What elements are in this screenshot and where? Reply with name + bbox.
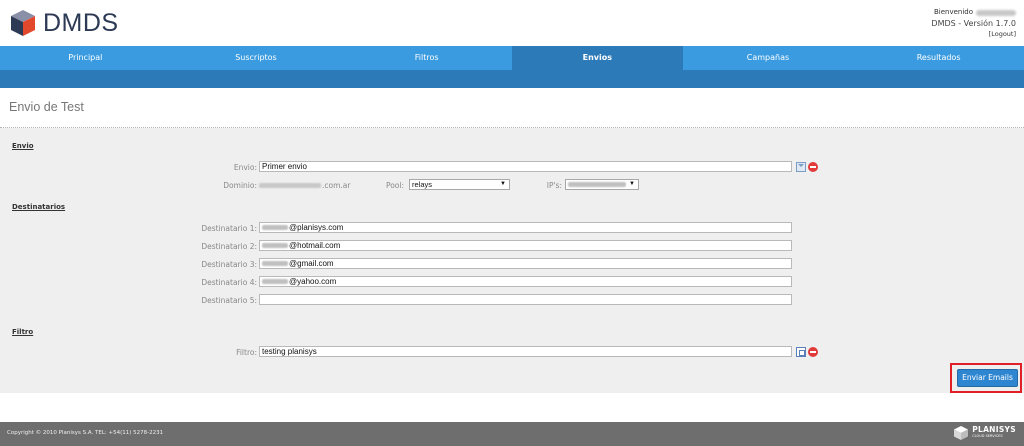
envio-input[interactable]: Primer envio — [259, 161, 792, 172]
chevron-down-icon: ▼ — [500, 181, 506, 187]
destinatario-3-label: Destinatario 3: — [201, 260, 257, 269]
copyright-text: Copyright © 2010 Planisys S.A. TEL: +54(… — [7, 430, 164, 436]
tab-filtros[interactable]: Filtros — [341, 46, 512, 70]
footer: Copyright © 2010 Planisys S.A. TEL: +54(… — [0, 422, 1024, 446]
dominio-value: .com.ar — [259, 181, 350, 190]
page-title: Envio de Test — [9, 100, 84, 114]
logout-link[interactable]: [Logout] — [931, 29, 1016, 40]
footer-brand-sub: CLOUD SERVICES — [972, 434, 1003, 438]
tab-suscriptos[interactable]: Suscriptos — [171, 46, 342, 70]
tab-principal[interactable]: Principal — [0, 46, 171, 70]
chevron-down-icon: ▼ — [629, 181, 635, 187]
username-redacted — [976, 9, 1016, 16]
dominio-redacted — [259, 183, 321, 188]
remove-icon[interactable] — [808, 347, 818, 357]
footer-logo: PLANISYS CLOUD SERVICES — [953, 425, 1016, 441]
filtro-label: Filtro: — [236, 348, 257, 357]
logo[interactable]: DMDS — [8, 8, 119, 38]
destinatario-1-input[interactable]: @planisys.com — [259, 222, 792, 233]
destinatario-1-label: Destinatario 1: — [201, 224, 257, 233]
email-user-redacted — [262, 243, 288, 248]
destinatario-5-input[interactable] — [259, 294, 792, 305]
destinatario-2-label: Destinatario 2: — [201, 242, 257, 251]
remove-icon[interactable] — [808, 162, 818, 172]
version-text: DMDS - Versión 1.7.0 — [931, 19, 1016, 28]
logo-text: DMDS — [43, 8, 119, 37]
planisys-cube-icon — [954, 426, 969, 440]
section-destinatarios: Destinatarios — [12, 203, 66, 211]
sub-nav-bar — [0, 70, 1024, 88]
destinatario-5-label: Destinatario 5: — [201, 296, 257, 305]
cube-logo-icon — [11, 10, 35, 36]
section-envio: Envio — [12, 142, 34, 150]
welcome-text: Bienvenido — [933, 8, 973, 16]
user-box: Bienvenido DMDS - Versión 1.7.0 [Logout] — [931, 7, 1016, 40]
ip-redacted — [568, 182, 626, 187]
mail-icon[interactable] — [796, 162, 806, 172]
filtro-input[interactable]: testing planisys — [259, 346, 792, 357]
destinatario-4-label: Destinatario 4: — [201, 278, 257, 287]
email-user-redacted — [262, 225, 288, 230]
footer-brand: PLANISYS — [972, 425, 1016, 434]
destinatario-4-input[interactable]: @yahoo.com — [259, 276, 792, 287]
section-filtro: Filtro — [12, 328, 34, 336]
send-emails-button[interactable]: Enviar Emails — [957, 369, 1018, 387]
ips-label: IP's: — [546, 181, 562, 190]
email-user-redacted — [262, 279, 288, 284]
tab-envios[interactable]: Envios — [511, 46, 683, 70]
filter-picker-icon[interactable] — [796, 347, 806, 357]
pool-label: Pool: — [385, 181, 404, 190]
tab-campanas[interactable]: Campañas — [683, 46, 854, 70]
destinatario-2-input[interactable]: @hotmail.com — [259, 240, 792, 251]
header: DMDS Bienvenido DMDS - Versión 1.7.0 [Lo… — [0, 0, 1024, 46]
main-nav: Principal Suscriptos Filtros Envios Camp… — [0, 46, 1024, 70]
pool-select[interactable]: relays ▼ — [409, 179, 510, 190]
email-user-redacted — [262, 261, 288, 266]
dominio-label: Dominio: — [223, 181, 257, 190]
destinatario-3-input[interactable]: @gmail.com — [259, 258, 792, 269]
envio-label: Envio: — [233, 163, 257, 172]
tab-resultados[interactable]: Resultados — [853, 46, 1024, 70]
ips-select[interactable]: ▼ — [565, 179, 639, 190]
